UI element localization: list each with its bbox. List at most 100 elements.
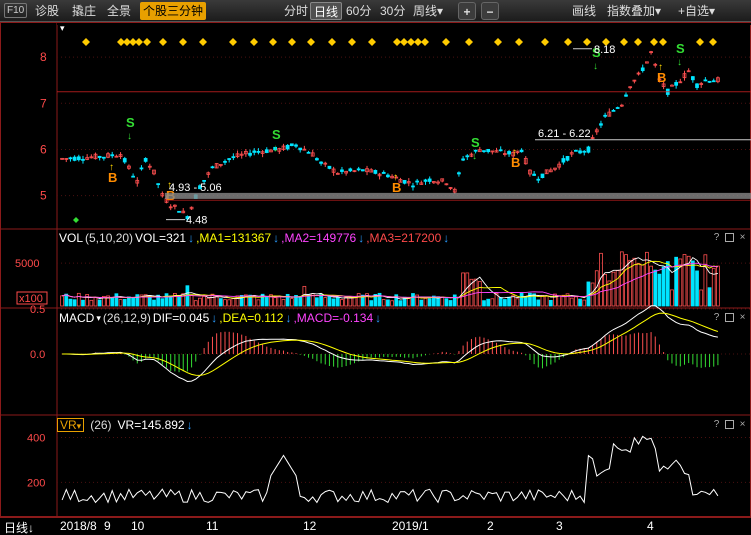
candle-body — [177, 210, 181, 213]
close-icon[interactable]: × — [738, 420, 747, 430]
restore-icon[interactable] — [725, 420, 734, 429]
macd-indicator-name[interactable]: MACD — [59, 311, 94, 325]
chevron-down-icon: ▾ — [76, 421, 82, 431]
diamond-marker — [82, 38, 90, 46]
volume-bar — [582, 299, 587, 307]
volume-bar — [369, 300, 374, 307]
volume-bar — [406, 298, 411, 307]
high-label: 8.18 — [594, 44, 615, 56]
volume-bar — [557, 295, 562, 307]
candle-body — [319, 161, 323, 164]
volume-bar — [448, 300, 453, 307]
candle-body — [315, 158, 319, 161]
volume-bar — [452, 294, 457, 307]
x-axis-label: 10 — [131, 519, 145, 533]
vol-tick-label: 5000 — [15, 258, 39, 270]
x-axis-label: 11 — [206, 519, 219, 533]
volume-bar — [214, 296, 219, 307]
volume-bar — [118, 299, 123, 307]
sell-signal: S — [676, 41, 685, 56]
close-icon[interactable]: × — [738, 233, 747, 243]
candle-body — [578, 150, 582, 154]
x-axis-bar: 日线↓ 2018/8 9 10 11 12 2019/1 2 3 4 — [0, 517, 751, 535]
low-label: 4.48 — [186, 215, 207, 227]
candle-body — [110, 154, 115, 157]
volume-bar — [193, 300, 198, 307]
candle-body — [306, 151, 311, 154]
chart-canvas[interactable]: B↑B↑B↑B↑B↑S↓S↓S↓S↓S↓ 5000x100 0.50.0 400… — [0, 0, 751, 535]
volume-ma-line — [62, 256, 718, 300]
candle-body — [482, 150, 486, 153]
volume-bar — [97, 299, 102, 307]
diamond-marker — [393, 38, 401, 46]
candle-body — [386, 174, 390, 178]
macd-dea: ,DEA=0.112 — [219, 311, 284, 325]
vol-ma1: ,MA1=131367 — [196, 231, 272, 245]
diamond-marker — [696, 38, 704, 46]
volume-bar — [444, 298, 449, 307]
macd-tick-label: 0.0 — [30, 349, 45, 361]
chevron-down-icon[interactable]: ▾ — [96, 311, 101, 325]
close-icon[interactable]: × — [738, 313, 747, 323]
volume-bar — [227, 299, 232, 307]
help-icon[interactable]: ? — [712, 233, 721, 243]
candle-body — [248, 152, 252, 156]
macd-header: MACD ▾ (26,12,9) DIF=0.045 ↓ ,DEA=0.112 … — [59, 311, 381, 325]
candle-body — [373, 170, 378, 174]
volume-bar — [674, 256, 679, 307]
volume-bar — [189, 294, 194, 307]
volume-bar — [131, 297, 135, 307]
vr-tick-label: 400 — [27, 432, 45, 444]
sell-signal: S — [272, 127, 281, 142]
corner-menu-icon[interactable]: ▾ — [60, 23, 65, 34]
arrow-down-icon: ↓ — [285, 311, 292, 325]
buy-arrow-icon: ↑ — [109, 162, 114, 173]
volume-bar — [231, 298, 236, 307]
macd-value: ,MACD=-0.134 — [293, 311, 374, 325]
sell-arrow-icon: ↓ — [593, 61, 598, 72]
volume-bar — [440, 296, 445, 307]
volume-bar — [68, 298, 73, 307]
volume-bar — [256, 299, 261, 307]
diamond-marker — [564, 38, 572, 46]
vr-indicator-dropdown[interactable]: VR▾ — [57, 418, 85, 432]
volume-bar — [398, 300, 403, 307]
volume-bar — [411, 293, 415, 307]
candle-body — [294, 144, 298, 147]
candle-body — [561, 158, 566, 163]
volume-bar — [477, 281, 482, 307]
candle-body — [256, 150, 261, 153]
period-selector[interactable]: 日线↓ — [4, 519, 34, 535]
help-icon[interactable]: ? — [712, 420, 721, 430]
volume-bar — [523, 296, 528, 307]
volume-bar — [202, 295, 206, 307]
volume-bar — [152, 299, 156, 307]
volume-bar — [85, 294, 90, 307]
restore-icon[interactable] — [725, 313, 734, 322]
vr-chart: 400 200 — [27, 432, 751, 504]
vol-ma2: ,MA2=149776 — [281, 231, 357, 245]
restore-icon[interactable] — [725, 233, 734, 242]
candle-body — [68, 157, 73, 160]
candle-body — [231, 156, 236, 159]
candle-body — [72, 156, 77, 161]
price-tick-label: 6 — [40, 142, 47, 156]
candle-body — [415, 180, 420, 183]
vr-tick-label: 200 — [27, 477, 45, 489]
candle-body — [519, 149, 524, 153]
volume-bar — [457, 296, 461, 307]
candle-body — [210, 166, 215, 169]
candle-body — [97, 155, 102, 158]
help-icon[interactable]: ? — [712, 313, 721, 323]
buy-arrow-icon: ↑ — [658, 62, 663, 73]
macd-panel-controls: ? × — [712, 313, 747, 323]
vol-indicator-name[interactable]: VOL — [59, 231, 83, 245]
candle-body — [574, 149, 578, 152]
candle-body — [139, 167, 144, 170]
volume-bar — [114, 293, 119, 307]
volume-bar — [344, 296, 349, 307]
volume-ma-line — [62, 260, 718, 299]
volume-bar — [419, 299, 424, 307]
volume-bar — [540, 294, 545, 307]
x-axis-label: 2019/1 — [392, 519, 429, 533]
